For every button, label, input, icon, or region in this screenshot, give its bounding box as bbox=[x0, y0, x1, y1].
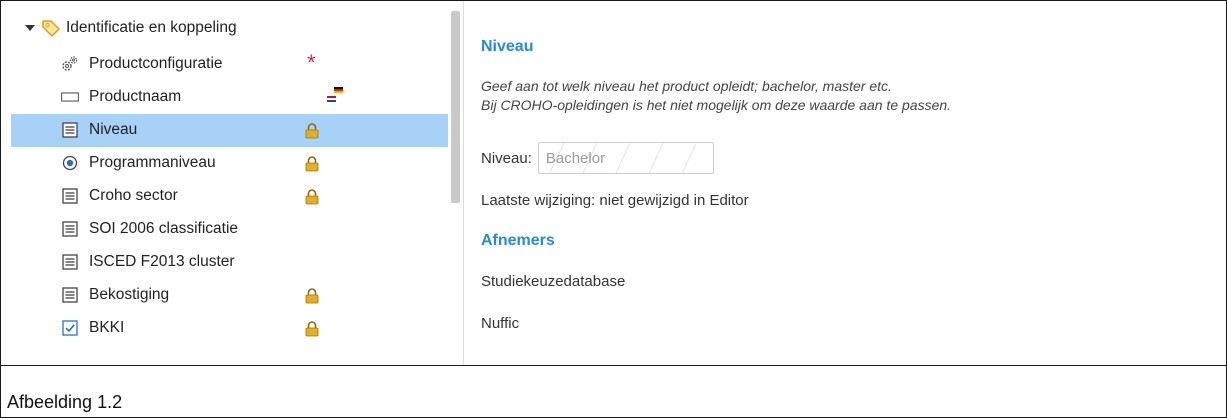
required-asterisk-icon: * bbox=[307, 50, 316, 75]
tree-item-productconfiguratie[interactable]: Productconfiguratie * bbox=[11, 48, 448, 81]
lock-icon bbox=[305, 122, 319, 144]
tree-item-bekostiging[interactable]: Bekostiging bbox=[11, 279, 448, 312]
checkbox-icon bbox=[61, 319, 79, 337]
tree-root-label: Identificatie en koppeling bbox=[66, 19, 237, 36]
tree-item-label: Programmaniveau bbox=[89, 154, 216, 171]
tree-root-node[interactable]: Identificatie en koppeling bbox=[25, 15, 237, 41]
list-icon bbox=[61, 220, 79, 238]
figure-caption: Afbeelding 1.2 bbox=[1, 365, 1227, 418]
radio-icon bbox=[61, 154, 79, 172]
tree-item-label: SOI 2006 classificatie bbox=[89, 220, 239, 237]
textfield-icon bbox=[61, 88, 79, 106]
niveau-field-row: Niveau: bbox=[481, 142, 714, 174]
detail-title: Niveau bbox=[481, 38, 534, 55]
tree-item-label: Croho sector bbox=[89, 187, 178, 204]
tree-item-label: Niveau bbox=[89, 121, 138, 138]
tree-item-isced-f2013-cluster[interactable]: ISCED F2013 cluster bbox=[11, 246, 448, 279]
afnemer-item: Studiekeuzedatabase bbox=[481, 273, 626, 290]
niveau-field-label: Niveau: bbox=[481, 149, 532, 167]
tree-item-label: BKKI bbox=[89, 319, 125, 336]
list-icon bbox=[61, 187, 79, 205]
tree-item-soi-2006-classificatie[interactable]: SOI 2006 classificatie bbox=[11, 213, 448, 246]
last-change-text: Laatste wijziging: niet gewijzigd in Edi… bbox=[481, 192, 749, 209]
tree-item-label: ISCED F2013 cluster bbox=[89, 253, 235, 270]
list-icon bbox=[61, 121, 79, 139]
panel-divider bbox=[463, 1, 464, 365]
flags-icon[interactable] bbox=[327, 87, 343, 108]
afnemers-title: Afnemers bbox=[481, 232, 555, 249]
lock-icon bbox=[305, 287, 319, 309]
expand-caret-icon[interactable] bbox=[25, 25, 35, 31]
navigation-tree: Identificatie en koppeling Productconfig… bbox=[11, 9, 448, 363]
niveau-input[interactable] bbox=[537, 142, 714, 174]
tag-icon bbox=[42, 20, 60, 37]
tree-item-bkki[interactable]: BKKI bbox=[11, 312, 448, 345]
list-icon bbox=[61, 253, 79, 271]
tree-item-niveau[interactable]: Niveau bbox=[11, 114, 448, 147]
list-icon bbox=[61, 286, 79, 304]
help-text: Geef aan tot welk niveau het product opl… bbox=[481, 77, 951, 115]
tree-item-label: Bekostiging bbox=[89, 286, 170, 303]
tree-item-productnaam[interactable]: Productnaam bbox=[11, 81, 448, 114]
gears-icon bbox=[61, 55, 79, 73]
tree-item-programmaniveau[interactable]: Programmaniveau bbox=[11, 147, 448, 180]
figure-frame: Identificatie en koppeling Productconfig… bbox=[0, 0, 1227, 418]
tree-item-croho-sector[interactable]: Croho sector bbox=[11, 180, 448, 213]
afnemer-item: Nuffic bbox=[481, 315, 520, 332]
detail-panel: Niveau Geef aan tot welk niveau het prod… bbox=[481, 1, 1211, 365]
lock-icon bbox=[305, 155, 319, 177]
lock-icon bbox=[305, 320, 319, 342]
tree-scrollbar[interactable] bbox=[451, 11, 460, 203]
tree-item-label: Productconfiguratie bbox=[89, 55, 223, 72]
lock-icon bbox=[305, 188, 319, 210]
help-line-1: Geef aan tot welk niveau het product opl… bbox=[481, 78, 892, 94]
tree-item-label: Productnaam bbox=[89, 88, 182, 105]
help-line-2: Bij CROHO-opleidingen is het niet mogeli… bbox=[481, 97, 952, 113]
